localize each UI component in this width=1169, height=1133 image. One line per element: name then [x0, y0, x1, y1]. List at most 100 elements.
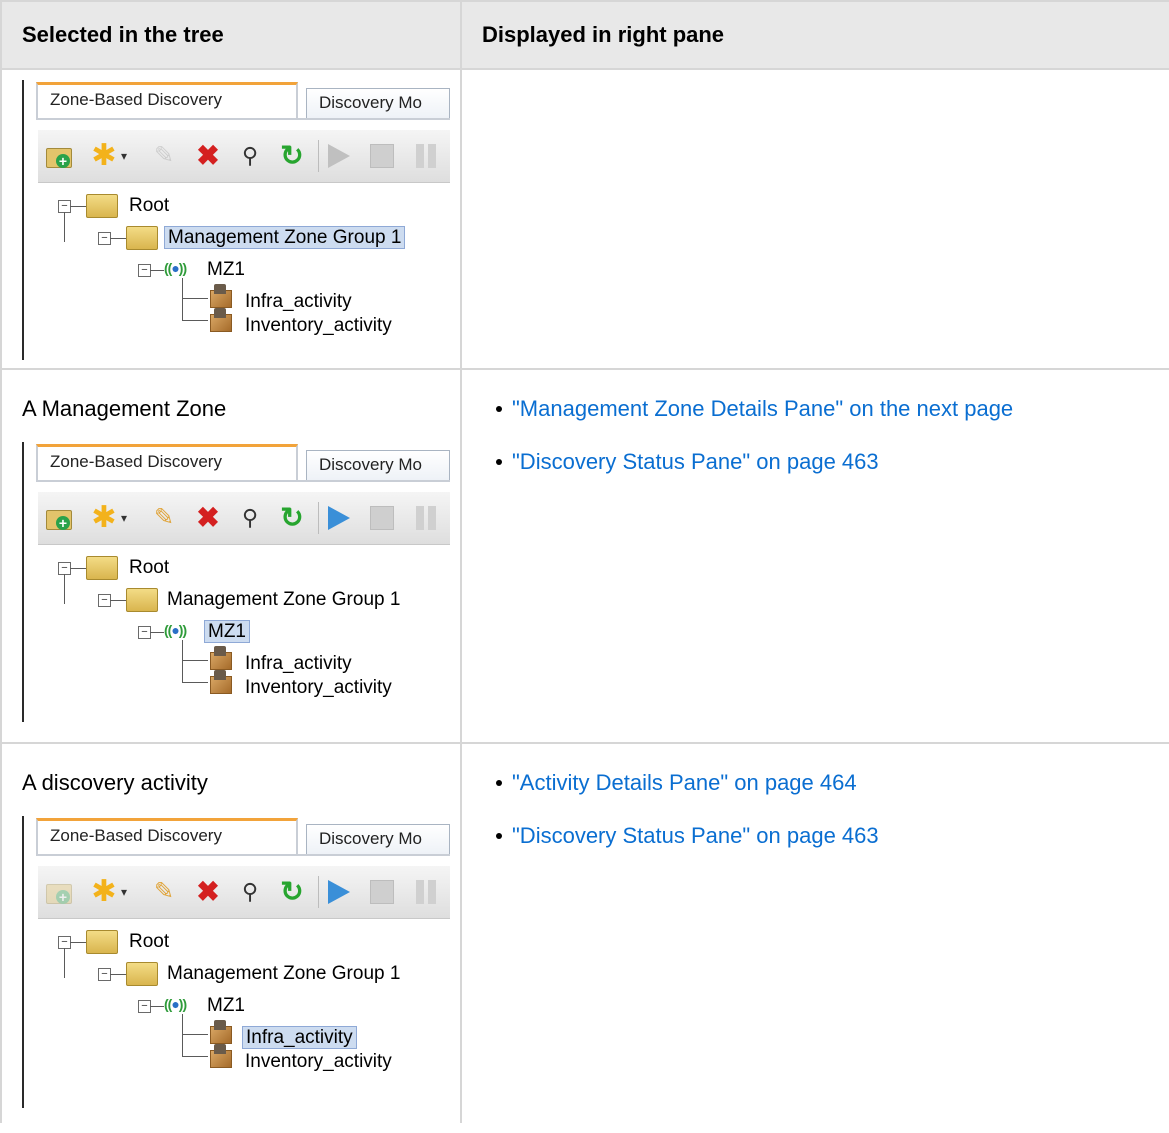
tree-node-label: MZ1	[207, 259, 245, 280]
row-label: A discovery activity	[22, 770, 208, 795]
tree-node-zone[interactable]: MZ1	[204, 992, 248, 1020]
bullet	[496, 780, 502, 786]
management-zone-details-link[interactable]: "Management Zone Details Pane" on the ne…	[512, 396, 1013, 422]
tree-node-activity[interactable]: Inventory_activity	[242, 674, 395, 702]
zone-discovery-screenshot: Zone-Based Discovery Discovery Mo + ✱ ▾ …	[22, 80, 450, 360]
zone-tree: − Root − Management Zone Group 1 − ((●))…	[24, 190, 450, 360]
tree-node-zone[interactable]: MZ1	[204, 618, 250, 646]
pane-link-list: "Management Zone Details Pane" on the ne…	[482, 396, 1169, 475]
refresh-icon[interactable]: ↻	[278, 878, 306, 906]
dropdown-caret-icon[interactable]: ▾	[118, 504, 130, 532]
list-item: "Discovery Status Pane" on page 463	[482, 449, 1169, 475]
tab-discovery-modules[interactable]: Discovery Mo	[306, 88, 450, 118]
selected-cell: Zone-Based Discovery Discovery Mo + ✱ ▾ …	[0, 68, 462, 370]
new-item-star-icon[interactable]: ✱	[90, 503, 118, 533]
tab-divider	[36, 854, 450, 856]
tab-zone-based-discovery[interactable]: Zone-Based Discovery	[36, 818, 298, 854]
search-icon[interactable]: ⚲	[236, 504, 264, 532]
toolbar-separator	[318, 502, 319, 534]
tree-node-activity[interactable]: Inventory_activity	[242, 1048, 395, 1076]
search-icon[interactable]: ⚲	[236, 142, 264, 170]
tree-node-group[interactable]: Management Zone Group 1	[164, 960, 403, 988]
activity-package-icon	[208, 284, 232, 308]
tree-node-root[interactable]: Root	[126, 928, 172, 956]
tree-node-label: Management Zone Group 1	[167, 963, 401, 984]
tree-node-label: MZ1	[207, 995, 245, 1016]
new-folder-icon[interactable]: +	[44, 878, 72, 906]
play-icon[interactable]	[328, 144, 350, 168]
displayed-cell: "Management Zone Details Pane" on the ne…	[460, 368, 1169, 744]
row-label: A Management Zone	[22, 396, 227, 421]
displayed-cell	[460, 68, 1169, 370]
tab-bar: Zone-Based Discovery Discovery Mo	[36, 80, 450, 120]
tab-divider	[36, 118, 450, 120]
new-item-star-icon[interactable]: ✱	[90, 141, 118, 171]
edit-pencil-icon[interactable]: ✎	[150, 504, 178, 532]
activity-package-icon	[208, 1020, 232, 1044]
tree-node-root[interactable]: Root	[126, 554, 172, 582]
zone-tree: − Root − Management Zone Group 1 − ((●))…	[24, 552, 450, 722]
toolbar: + ✱ ▾ ✎ ✖ ⚲ ↻	[38, 130, 450, 183]
stop-icon[interactable]	[370, 144, 394, 168]
tree-node-group[interactable]: Management Zone Group 1	[164, 586, 403, 614]
activity-details-link[interactable]: "Activity Details Pane" on page 464	[512, 770, 857, 796]
tab-discovery-modules[interactable]: Discovery Mo	[306, 450, 450, 480]
folder-icon	[126, 962, 158, 986]
list-item: "Activity Details Pane" on page 464	[482, 770, 1169, 796]
tab-zone-based-discovery[interactable]: Zone-Based Discovery	[36, 82, 298, 118]
pause-icon[interactable]	[414, 506, 438, 530]
displayed-cell: "Activity Details Pane" on page 464 "Dis…	[460, 742, 1169, 1123]
discovery-status-link[interactable]: "Discovery Status Pane" on page 463	[512, 449, 879, 475]
tree-node-label: Infra_activity	[245, 653, 352, 674]
stop-icon[interactable]	[370, 880, 394, 904]
bullet	[496, 833, 502, 839]
pane-link-list: "Activity Details Pane" on page 464 "Dis…	[482, 770, 1169, 849]
toolbar: + ✱ ▾ ✎ ✖ ⚲ ↻	[38, 492, 450, 545]
pause-icon[interactable]	[414, 144, 438, 168]
tree-node-label: Inventory_activity	[245, 315, 392, 336]
tree-node-label: Infra_activity	[245, 291, 352, 312]
search-icon[interactable]: ⚲	[236, 878, 264, 906]
edit-pencil-icon[interactable]: ✎	[150, 142, 178, 170]
tree-node-label: Root	[129, 557, 170, 578]
folder-icon	[86, 194, 118, 218]
management-zone-icon: ((●))	[164, 996, 187, 1012]
table-header-row: Selected in the tree Displayed in right …	[0, 0, 1169, 70]
delete-x-icon[interactable]: ✖	[194, 878, 222, 906]
list-item: "Management Zone Details Pane" on the ne…	[482, 396, 1169, 422]
tab-bar: Zone-Based Discovery Discovery Mo	[36, 816, 450, 856]
dropdown-caret-icon[interactable]: ▾	[118, 878, 130, 906]
delete-x-icon[interactable]: ✖	[194, 142, 222, 170]
tree-node-activity[interactable]: Inventory_activity	[242, 312, 395, 340]
tree-selection-table: Selected in the tree Displayed in right …	[0, 0, 1169, 1123]
zone-discovery-screenshot: Zone-Based Discovery Discovery Mo + ✱ ▾ …	[22, 816, 450, 1108]
tree-node-label: Inventory_activity	[245, 1051, 392, 1072]
new-folder-icon[interactable]: +	[44, 504, 72, 532]
selected-cell: A Management Zone Zone-Based Discovery D…	[0, 368, 462, 744]
edit-pencil-icon[interactable]: ✎	[150, 878, 178, 906]
bullet	[496, 406, 502, 412]
zone-tree: − Root − Management Zone Group 1 − ((●))…	[24, 926, 450, 1096]
header-displayed-in-right-pane: Displayed in right pane	[460, 0, 1169, 70]
stop-icon[interactable]	[370, 506, 394, 530]
play-icon[interactable]	[328, 506, 350, 530]
discovery-status-link[interactable]: "Discovery Status Pane" on page 463	[512, 823, 879, 849]
table-row: A discovery activity Zone-Based Discover…	[0, 742, 1169, 1123]
dropdown-caret-icon[interactable]: ▾	[118, 142, 130, 170]
tree-node-label: Management Zone Group 1	[164, 226, 406, 249]
toolbar-separator	[318, 876, 319, 908]
tree-node-group[interactable]: Management Zone Group 1	[164, 224, 406, 252]
new-folder-icon[interactable]: +	[44, 142, 72, 170]
tab-zone-based-discovery[interactable]: Zone-Based Discovery	[36, 444, 298, 480]
play-icon[interactable]	[328, 880, 350, 904]
refresh-icon[interactable]: ↻	[278, 504, 306, 532]
delete-x-icon[interactable]: ✖	[194, 504, 222, 532]
folder-icon	[86, 556, 118, 580]
tab-discovery-modules[interactable]: Discovery Mo	[306, 824, 450, 854]
tree-node-root[interactable]: Root	[126, 192, 172, 220]
tree-node-zone[interactable]: MZ1	[204, 256, 248, 284]
tree-node-label: Infra_activity	[242, 1026, 357, 1049]
pause-icon[interactable]	[414, 880, 438, 904]
new-item-star-icon[interactable]: ✱	[90, 877, 118, 907]
refresh-icon[interactable]: ↻	[278, 142, 306, 170]
